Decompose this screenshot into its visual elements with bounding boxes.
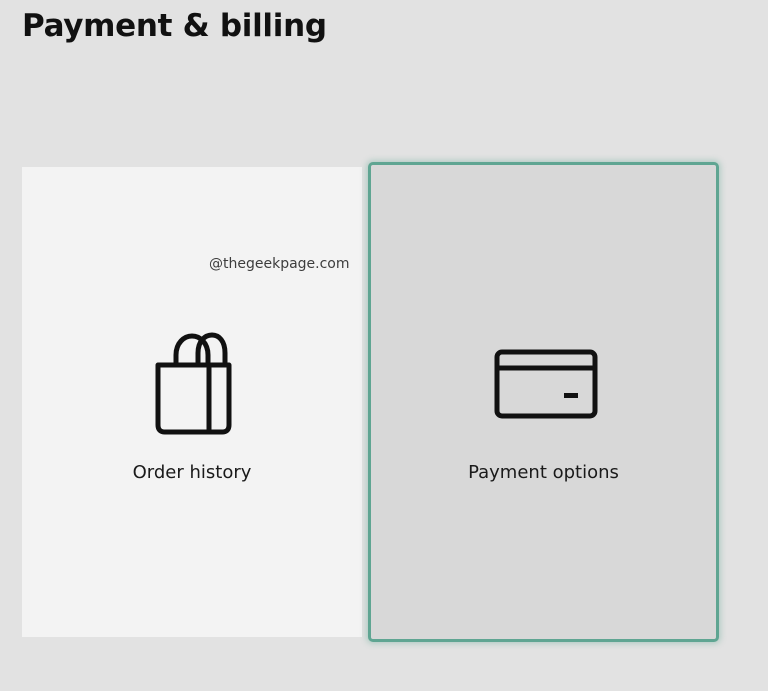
watermark-text: @thegeekpage.com	[209, 256, 350, 272]
shopping-bag-icon	[155, 332, 232, 435]
payment-options-tile[interactable]: Payment options	[368, 162, 719, 642]
order-history-label: Order history	[132, 462, 252, 483]
order-history-tile[interactable]: Order history	[22, 167, 362, 637]
payment-options-label: Payment options	[468, 462, 619, 483]
credit-card-icon	[494, 349, 598, 419]
page-title: Payment & billing	[22, 8, 327, 44]
